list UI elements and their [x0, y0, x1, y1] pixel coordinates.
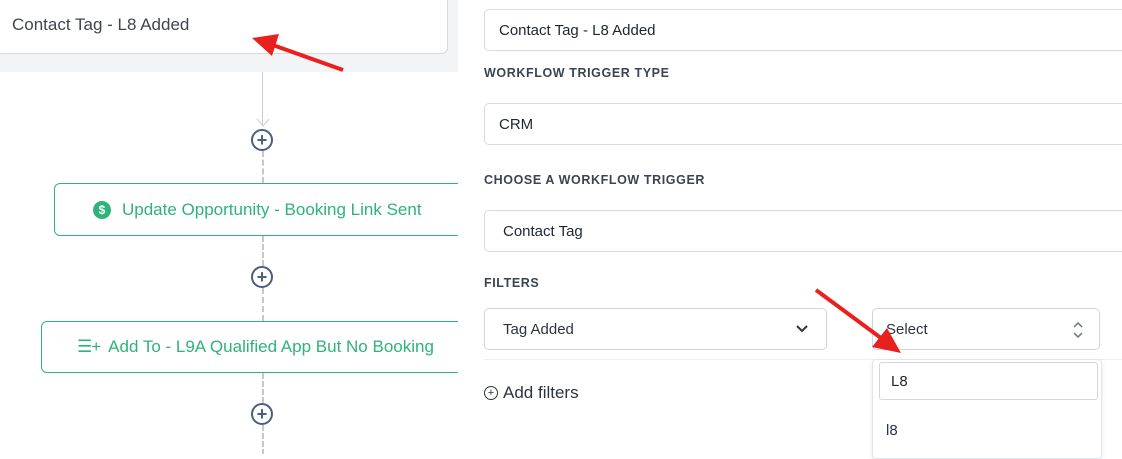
dollar-icon: $ [93, 200, 111, 219]
trigger-name-field[interactable]: Contact Tag - L8 Added [484, 9, 1122, 51]
add-filters-label: Add filters [503, 383, 579, 402]
choose-trigger-select[interactable]: Contact Tag [484, 210, 1122, 252]
chevron-down-icon [796, 325, 808, 333]
connector-line [262, 288, 264, 321]
plus-icon: + [256, 404, 268, 424]
action-card-add-to-workflow[interactable]: ☰+ Add To - L9A Qualified App But No Boo… [41, 321, 458, 373]
workflow-canvas: Contact Tag - L8 Added + $ Update Opport… [0, 0, 458, 454]
connector-line [262, 151, 264, 183]
add-action-button[interactable]: + [251, 129, 273, 151]
list-add-icon: ☰+ [77, 337, 101, 356]
filter-value-select[interactable]: Select [872, 308, 1100, 350]
filter-field-value: Tag Added [503, 320, 574, 338]
choose-trigger-label: CHOOSE A WORKFLOW TRIGGER [484, 173, 706, 187]
action-card-label: Update Opportunity - Booking Link Sent [122, 199, 422, 219]
add-action-button[interactable]: + [251, 266, 273, 288]
plus-icon: + [256, 267, 268, 287]
connector-line [262, 373, 264, 403]
trigger-type-value: CRM [499, 115, 534, 133]
plus-circle-icon: + [484, 386, 498, 400]
trigger-settings-panel: Contact Tag - L8 Added WORKFLOW TRIGGER … [458, 0, 1122, 459]
chevron-up-down-icon [1073, 321, 1083, 339]
action-card-update-opportunity[interactable]: $ Update Opportunity - Booking Link Sent [54, 183, 458, 236]
trigger-card-title: Contact Tag - L8 Added [12, 15, 190, 34]
trigger-type-label: WORKFLOW TRIGGER TYPE [484, 66, 670, 80]
plus-icon: + [256, 130, 268, 150]
filters-label: FILTERS [484, 276, 540, 290]
add-action-button[interactable]: + [251, 403, 273, 425]
add-filters-button[interactable]: + Add filters [484, 383, 579, 403]
connector-line [262, 425, 264, 454]
dropdown-option[interactable]: l8 [886, 422, 898, 439]
trigger-type-field[interactable]: CRM [484, 103, 1122, 145]
trigger-name-value: Contact Tag - L8 Added [499, 21, 656, 39]
connector-line [262, 236, 264, 266]
filter-value-placeholder: Select [886, 320, 928, 338]
filter-field-select[interactable]: Tag Added [484, 308, 827, 350]
connector-arrowhead [256, 118, 270, 127]
choose-trigger-value: Contact Tag [503, 222, 583, 240]
workflow-trigger-card[interactable]: Contact Tag - L8 Added [0, 0, 448, 54]
tag-search-input[interactable] [879, 362, 1098, 400]
action-card-label: Add To - L9A Qualified App But No Bookin… [108, 337, 434, 356]
tag-dropdown-menu: l8 [872, 359, 1102, 459]
